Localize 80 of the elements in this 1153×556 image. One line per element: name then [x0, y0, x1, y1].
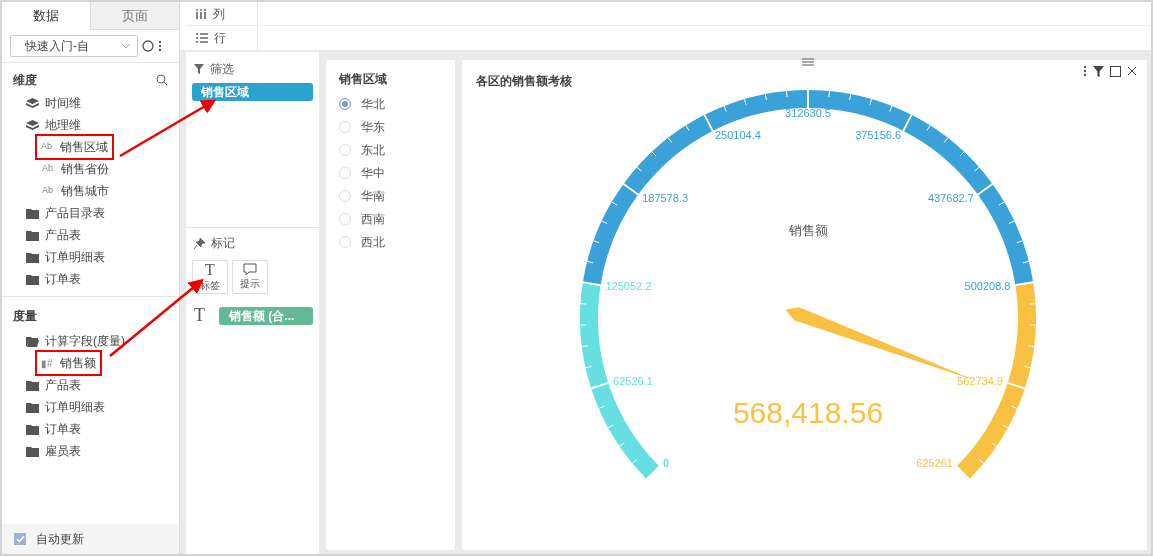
chart-title: 各区的销售额考核 — [476, 73, 572, 90]
gauge-tick-label: 62526.1 — [613, 375, 653, 388]
gauge-tick-label: 625261 — [916, 456, 953, 469]
gauge-tick-label: 375156.6 — [855, 129, 902, 142]
filter-icon — [194, 64, 204, 74]
checkbox[interactable] — [14, 533, 26, 545]
folder-icon — [26, 379, 39, 391]
section-title: 维度 — [13, 72, 37, 89]
tree-item[interactable]: 产品目录表 — [24, 202, 109, 224]
tree-item[interactable]: 时间维 — [24, 92, 85, 114]
shelf-label[interactable]: 行 — [186, 26, 258, 50]
mark-type-button[interactable]: T 标签 — [192, 260, 228, 294]
gauge-tick-label: 125052.2 — [605, 279, 652, 292]
folder-icon — [26, 207, 39, 219]
tree-item[interactable]: 订单明细表 — [24, 396, 109, 418]
more-icon[interactable] — [158, 40, 162, 52]
gauge-tick-label: 562734.9 — [957, 375, 1003, 388]
shelf-label[interactable]: 列 — [186, 2, 258, 25]
gauge-tick-label: 187578.3 — [642, 191, 689, 204]
radio-label: 西北 — [361, 233, 385, 251]
radio-label: 华北 — [361, 95, 385, 113]
tree-item[interactable]: Ab 销售区域 — [37, 136, 112, 158]
tree-item[interactable]: ▮# 销售额 — [37, 352, 100, 374]
folder-icon — [26, 423, 39, 435]
filter-icon[interactable] — [1093, 65, 1104, 77]
columns-icon — [196, 8, 207, 19]
open-folder-icon — [26, 335, 39, 347]
gauge-tick-label: 500208.8 — [964, 279, 1011, 292]
text-icon: T — [194, 302, 205, 329]
folder-icon — [26, 251, 39, 263]
gauge-label: 销售额 — [788, 223, 828, 238]
radio-button[interactable] — [339, 97, 351, 110]
maximize-icon[interactable] — [1110, 65, 1121, 77]
folder-icon — [26, 401, 39, 413]
caret-icon — [121, 43, 131, 49]
gauge-tick-label: 312630.5 — [785, 107, 831, 119]
folder-icon — [26, 273, 39, 285]
tree-item[interactable]: 产品表 — [24, 374, 85, 396]
pin-icon — [194, 237, 205, 249]
tree-item[interactable]: 雇员表 — [24, 440, 85, 462]
list-icon — [196, 33, 208, 43]
mark-type-button[interactable]: 提示 — [232, 260, 268, 294]
tree-item[interactable]: 订单表 — [24, 268, 85, 290]
tree-item[interactable]: Ab 销售城市 — [40, 180, 113, 202]
drag-handle-icon[interactable] — [802, 58, 814, 66]
radio-label: 华中 — [361, 164, 385, 182]
tree-item[interactable]: Ab 销售省份 — [40, 158, 113, 180]
data-source-select[interactable]: 快速入门-自 — [10, 35, 138, 57]
panel-title: 筛选 — [210, 61, 234, 78]
gauge-tick-label: 250104.4 — [714, 129, 761, 142]
close-icon[interactable] — [1127, 66, 1137, 76]
radio-label: 西南 — [361, 210, 385, 228]
checkbox-label: 自动更新 — [36, 531, 84, 548]
gauge-tick-label: 0 — [663, 456, 670, 469]
radio-label: 华南 — [361, 187, 385, 205]
more-icon[interactable] — [1083, 65, 1087, 77]
text-type-icon: Ab — [41, 140, 54, 154]
folder-icon — [26, 445, 39, 457]
tree-item[interactable]: 地理维 — [24, 114, 85, 136]
layers-icon — [26, 97, 39, 109]
section-title: 度量 — [13, 309, 37, 323]
tree-item[interactable]: 订单表 — [24, 418, 85, 440]
folder-icon — [26, 229, 39, 241]
tree-item[interactable]: 订单明细表 — [24, 246, 109, 268]
search-icon[interactable] — [156, 74, 168, 86]
speech-bubble-icon — [243, 263, 257, 276]
tree-item[interactable]: 产品表 — [24, 224, 85, 246]
text-icon: T — [205, 261, 215, 278]
panel-title: 标记 — [211, 235, 235, 252]
text-type-icon: Ab — [42, 184, 55, 198]
text-type-icon: Ab — [42, 162, 55, 176]
layers-icon — [26, 119, 39, 131]
refresh-icon[interactable] — [142, 40, 154, 52]
gauge-tick-label: 437682.7 — [927, 191, 974, 204]
filter-title: 销售区域 — [339, 71, 388, 88]
radio-label: 华东 — [361, 118, 385, 136]
number-type-icon: ▮# — [41, 355, 54, 371]
sidebar-tab[interactable]: 页面 — [90, 2, 179, 30]
gauge-value: 568,418.56 — [732, 396, 884, 429]
radio-label: 东北 — [361, 141, 385, 159]
